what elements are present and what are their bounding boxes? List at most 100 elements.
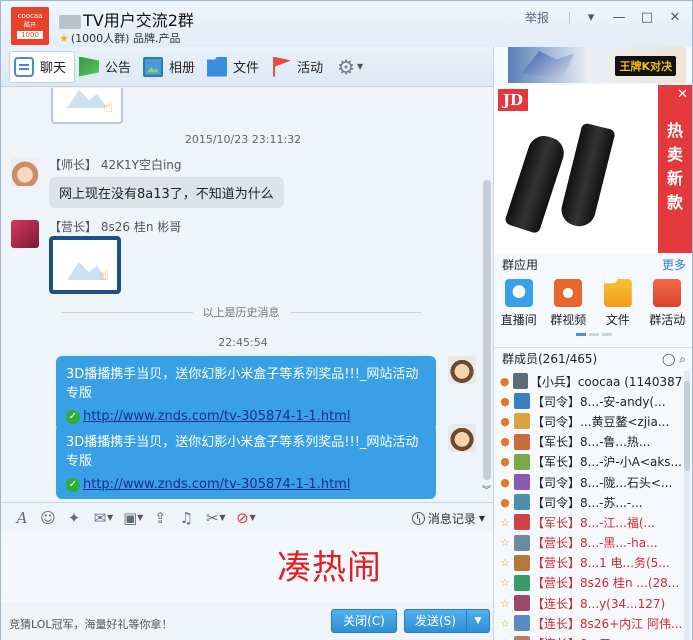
scroll-down-icon[interactable]: ︾ (482, 483, 491, 496)
font-icon[interactable]: A (9, 507, 35, 529)
member-name: 【小兵】coocaa (1140387... (529, 374, 682, 389)
gear-icon[interactable]: ⚙ (337, 55, 355, 79)
member-row[interactable]: ● 【司令】...黄豆鳌<zjia... (494, 411, 682, 431)
emoji-icon[interactable]: ☺ (35, 507, 61, 529)
chevron-down-icon[interactable]: ▼ (137, 513, 143, 522)
hot-char: 卖 (666, 145, 683, 164)
chevron-down-icon[interactable]: ▼ (467, 610, 489, 632)
tab-album[interactable]: 相册 (139, 51, 203, 83)
member-row[interactable]: ● 【司令】8...-陇...石头<... (494, 472, 682, 492)
main-toolbar: 聊天 公告 相册 文件 活动 ⚙ ▼ (1, 47, 493, 87)
app-activity[interactable]: 群活动 (643, 277, 693, 337)
tab-notice[interactable]: 公告 (75, 51, 139, 83)
chevron-down-icon[interactable]: ▼ (249, 513, 255, 522)
magic-wand-icon[interactable]: ✦ (61, 507, 87, 529)
tab-file[interactable]: 文件 (203, 51, 267, 83)
top-banner-ad[interactable]: 王牌K对决 (508, 47, 686, 83)
apps-pager[interactable] (576, 333, 612, 336)
promo-text[interactable]: 竞猜LOL冠军，海量好礼等你拿！ (9, 616, 173, 632)
app-live[interactable]: 直播间 (494, 277, 544, 337)
avatar[interactable] (11, 158, 39, 186)
image-message-thumbnail[interactable]: ☝ (49, 236, 121, 294)
app-file[interactable]: 文件 (593, 277, 643, 337)
member-row[interactable]: ● 【小兵】coocaa (1140387... (494, 371, 682, 391)
chevron-down-icon[interactable]: ▼ (107, 513, 113, 522)
minimize-icon[interactable]: — (612, 10, 626, 25)
member-name: 【军长】8...-沪-小A<aks... (532, 455, 682, 470)
my-message-bubble[interactable]: 3D播播携手当贝，送你幻影小米盒子等系列奖品!!!_网站活动专版 ✓ http:/… (56, 356, 436, 431)
member-row[interactable]: ☆ 【营长】8...1 电...务(5... (494, 553, 682, 573)
member-row[interactable]: ☆【连长】8...三...-... (494, 633, 682, 640)
skin-icon[interactable]: ▾ (584, 10, 598, 25)
tab-label: 聊天 (40, 61, 67, 76)
message-sender[interactable]: 【师长】 42K1Y空白ing (49, 156, 182, 173)
member-name: 【连长】8...y(34...127) (532, 596, 666, 611)
group-apps-header: 群应用 更多 (494, 253, 692, 277)
member-row[interactable]: ☆ 【营长】8s26 桂n ...(28... (494, 573, 682, 593)
member-row[interactable]: ☆ 【连长】8...y(34...127) (494, 593, 682, 613)
star-icon: ☆ (500, 576, 510, 590)
report-link[interactable]: 举报 (525, 9, 549, 26)
member-row[interactable]: ☆ 【军长】8...-江...福(... (494, 512, 682, 532)
avatar-brand-cn: 酷开 (23, 22, 36, 29)
group-avatar[interactable]: coocaa 酷开 1000 (11, 7, 49, 45)
app-label: 群视频 (550, 313, 587, 327)
maximize-icon[interactable]: □ (640, 10, 654, 25)
notice-flag-icon (79, 56, 100, 77)
member-scrollbar[interactable] (684, 371, 690, 640)
app-label: 文件 (605, 313, 630, 327)
close-icon[interactable]: ✕ (668, 10, 682, 25)
avatar[interactable] (11, 220, 39, 248)
chat-window: coocaa 酷开 1000 TV用户交流2群 ★ (1000人群) 品牌.产品 … (0, 0, 693, 640)
member-row[interactable]: ● 【军长】8...-沪-小A<aks... (494, 452, 682, 472)
tab-label: 公告 (105, 61, 132, 76)
app-video[interactable]: 群视频 (544, 277, 594, 337)
chevron-down-icon[interactable]: ▼ (219, 513, 225, 522)
app-label: 群活动 (649, 313, 686, 327)
input-text: 凑热闹 (277, 548, 382, 588)
member-row[interactable]: ☆ 【连长】8s26+内江 阿伟... (494, 613, 682, 633)
star-icon: ☆ (500, 616, 510, 630)
message-link[interactable]: http://www.znds.com/tv-305874-1-1.html (83, 477, 350, 492)
group-title[interactable]: TV用户交流2群 (59, 7, 194, 31)
hand-cursor-icon: ☝ (103, 97, 113, 116)
member-name: 【连长】8...三...-... (532, 635, 638, 640)
search-icon[interactable]: ◯ ⌕ (662, 348, 686, 370)
member-row[interactable]: ● 【司令】8...-苏...-... (494, 492, 682, 512)
member-avatar (514, 453, 530, 470)
tab-activity[interactable]: 活动 (267, 51, 331, 83)
bottom-bar: 竞猜LOL冠军，海量好礼等你拿！ 关闭(C) 发送(S) ▼ (1, 602, 493, 640)
upload-icon[interactable]: ⇪ (147, 507, 173, 529)
tab-chat[interactable]: 聊天 (9, 50, 76, 83)
member-avatar (514, 595, 530, 612)
right-panel: 王牌K对决 JD 热 卖 新 款 ✕ 群应用 更多 直播间 群视频 文件 群活动 … (493, 47, 692, 640)
member-name: 【司令】...黄豆鳌<zjia... (532, 414, 670, 429)
message-link[interactable]: http://www.znds.com/tv-305874-1-1.html (83, 409, 350, 424)
member-avatar (514, 494, 530, 511)
close-icon[interactable]: ✕ (677, 87, 688, 102)
member-avatar (514, 574, 530, 591)
member-row[interactable]: ● 【司令】8...-安-andy(... (494, 391, 682, 411)
close-button[interactable]: 关闭(C) (331, 609, 397, 633)
history-divider: 以上是历史消息 (61, 305, 421, 319)
product-ad[interactable]: JD 热 卖 新 款 ✕ (494, 85, 692, 253)
chat-scrollbar[interactable] (483, 180, 491, 480)
chevron-down-icon[interactable]: ▼ (357, 62, 363, 71)
avatar-brand-text: coocaa (17, 12, 43, 20)
message-sender[interactable]: 【营长】 8s26 桂n 彬哥 (49, 218, 181, 235)
member-avatar (514, 433, 530, 450)
hot-char: 热 (666, 121, 683, 140)
message-input[interactable]: 凑热闹 (1, 532, 493, 602)
more-link[interactable]: 更多 (662, 253, 686, 277)
member-row[interactable]: ☆ 【营长】8...-黑...-ha... (494, 533, 682, 553)
my-message-bubble[interactable]: 3D播播携手当贝，送你幻影小米盒子等系列奖品!!!_网站活动专版 ✓ http:/… (56, 424, 436, 499)
send-button[interactable]: 发送(S) ▼ (404, 609, 490, 633)
message-history-button[interactable]: 消息记录 ▼ (411, 510, 485, 527)
avatar[interactable] (448, 424, 476, 452)
member-row[interactable]: ● 【军长】8...-鲁...热... (494, 432, 682, 452)
avatar[interactable] (448, 356, 476, 384)
image-message-thumbnail[interactable]: ☝ (51, 88, 123, 124)
music-icon[interactable]: ♫ (173, 507, 199, 529)
send-label: 发送(S) (405, 610, 467, 632)
message-bubble[interactable]: 网上现在没有8a13了，不知道为什么 (49, 177, 284, 208)
